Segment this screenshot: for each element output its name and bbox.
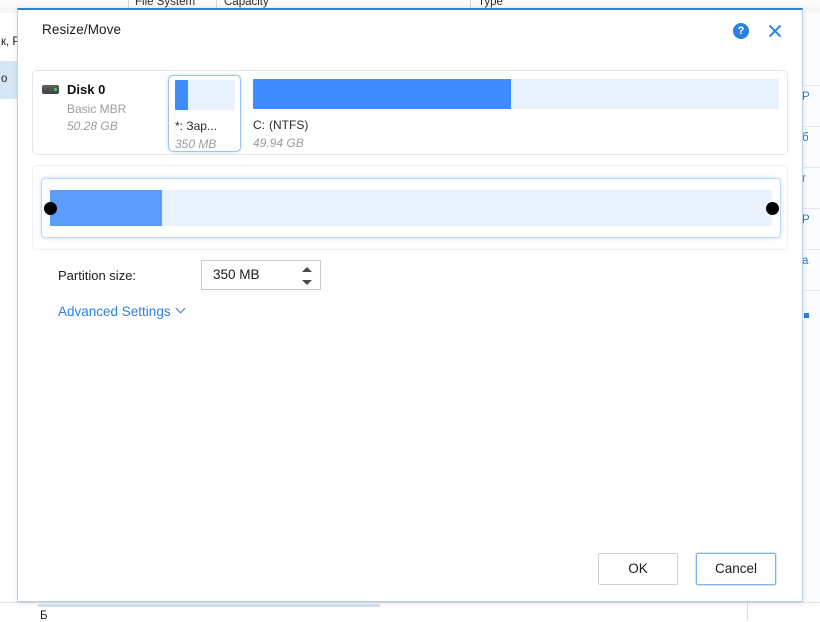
resize-slider-left-handle[interactable] [44,202,57,215]
partition-size-label: Partition size: [58,267,137,283]
stepper-buttons [301,266,312,286]
dialog-title-actions: ? [733,22,784,40]
disk-summary-card: Disk 0 Basic MBR 50.28 GB *: Зар... 350 … [32,70,788,155]
background-column-header-capacity: Capacity [224,0,269,8]
dialog-title: Resize/Move [42,22,122,37]
help-circle-icon[interactable]: ? [733,23,749,39]
background-right-panel: Р б г P а [800,13,820,603]
resize-slider-fill [50,190,162,226]
background-right-divider [803,85,820,86]
background-column-header-file-system: File System [135,0,196,8]
background-right-menu-item[interactable]: Р [802,91,810,103]
partition-letter: C: [253,118,265,132]
background-bottom-progress [38,604,380,607]
partition-thumbnail-c[interactable]: C: (NTFS) 49.94 GB [249,75,779,152]
partition-bar-c [253,79,779,109]
partition-size-stepper[interactable]: 350 MB [201,260,321,290]
resize-slider-frame[interactable] [41,178,781,238]
disk-name: Disk 0 [67,82,106,97]
advanced-settings-label: Advanced Settings [58,304,171,319]
partition-size-value[interactable]: 350 MB [213,267,260,282]
partition-label-reserved: *: Зар... [175,119,217,133]
partition-size-c: 49.94 GB [253,136,304,150]
disk-info: Disk 0 Basic MBR 50.28 GB [42,80,162,133]
background-column-header-type: Type [478,0,503,8]
background-bottom-divider [747,603,748,620]
partition-size-row: Partition size: 350 MB [58,260,321,290]
resize-slider-card [32,165,788,250]
cancel-button[interactable]: Cancel [696,553,776,585]
dialog-title-bar: Resize/Move ? [18,10,802,51]
partition-size-reserved: 350 MB [175,137,217,151]
background-right-menu-item[interactable]: P [802,214,810,226]
resize-move-dialog: Resize/Move ? Disk 0 Basic MBR 50.28 GB … [17,8,803,602]
background-bottom-text-fragment: Б [40,610,48,622]
background-right-divider [803,208,820,209]
partition-thumbnail-reserved[interactable]: *: Зар... 350 MB [168,75,241,152]
dialog-footer: OK Cancel [18,553,804,585]
close-icon[interactable] [766,22,784,40]
disk-capacity: 50.28 GB [67,119,118,133]
hard-disk-icon [42,85,59,94]
background-right-bullet [804,313,809,318]
resize-slider-right-handle[interactable] [766,202,779,215]
background-right-divider [803,249,820,250]
partition-bar-reserved [175,80,235,110]
chevron-down-icon [177,305,186,314]
stepper-decrement-icon[interactable] [302,280,312,285]
ok-button[interactable]: OK [598,553,678,585]
partition-letter: *: Зар... [175,119,217,133]
stepper-increment-icon[interactable] [302,267,312,272]
partition-label-c: C: (NTFS) [253,118,308,132]
background-right-divider [803,290,820,291]
background-right-divider [803,167,820,168]
partition-filesystem: (NTFS) [269,118,309,132]
disk-partition-scheme: Basic MBR [67,102,127,116]
partition-bar-used [253,79,511,109]
disk-header: Disk 0 [42,80,162,99]
resize-slider-track[interactable] [44,190,779,226]
partition-bar-used [175,80,189,110]
advanced-settings-toggle[interactable]: Advanced Settings [58,304,186,319]
background-right-divider [803,126,820,127]
